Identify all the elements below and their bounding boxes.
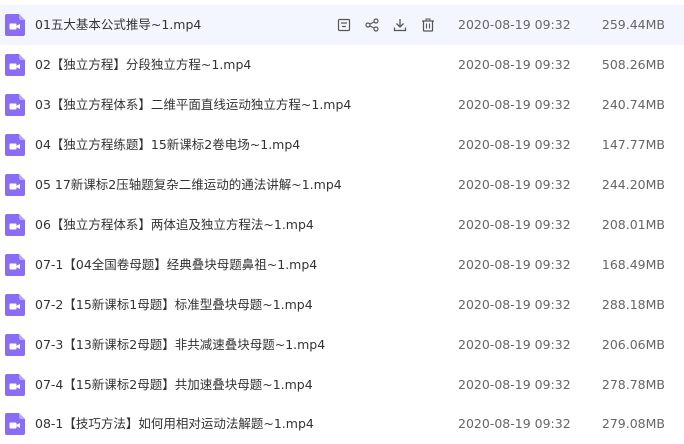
file-date: 2020-08-19 09:32 [458, 57, 571, 72]
file-row[interactable]: 07-3【13新课标2母题】非共减速叠块母题~1.mp4 2020-08-19 … [0, 325, 684, 365]
file-date: 2020-08-19 09:32 [458, 377, 571, 392]
file-date: 2020-08-19 09:32 [458, 17, 571, 32]
file-size: 278.78MB [601, 377, 665, 392]
video-file-icon [5, 413, 25, 435]
video-file-icon [5, 134, 25, 156]
file-row[interactable]: 07-1【04全国卷母题】经典叠块母题鼻祖~1.mp4 2020-08-19 0… [0, 245, 684, 285]
file-row[interactable]: 04【独立方程练题】15新课标2卷电场~1.mp4 2020-08-19 09:… [0, 125, 684, 165]
video-file-icon [5, 54, 25, 76]
download-icon[interactable] [391, 17, 409, 33]
file-size: 244.20MB [601, 177, 665, 192]
file-row[interactable]: 08-1【技巧方法】如何用相对运动法解题~1.mp4 2020-08-19 09… [0, 404, 684, 444]
file-name[interactable]: 08-1【技巧方法】如何用相对运动法解题~1.mp4 [35, 404, 314, 444]
file-row[interactable]: 03【独立方程体系】二维平面直线运动独立方程~1.mp4 2020-08-19 … [0, 85, 684, 125]
video-file-icon [5, 214, 25, 236]
row-actions [335, 17, 447, 33]
delete-icon[interactable] [419, 17, 437, 33]
save-to-drive-icon[interactable] [335, 17, 353, 33]
file-date: 2020-08-19 09:32 [458, 257, 571, 272]
file-name[interactable]: 01五大基本公式推导~1.mp4 [35, 5, 201, 45]
file-row[interactable]: 02【独立方程】分段独立方程~1.mp4 2020-08-19 09:32 50… [0, 45, 684, 85]
file-date: 2020-08-19 09:32 [458, 416, 571, 431]
video-file-icon [5, 14, 25, 36]
file-date: 2020-08-19 09:32 [458, 217, 571, 232]
file-size: 508.26MB [601, 57, 665, 72]
file-date: 2020-08-19 09:32 [458, 177, 571, 192]
file-date: 2020-08-19 09:32 [458, 97, 571, 112]
file-size: 208.01MB [601, 217, 665, 232]
file-name[interactable]: 03【独立方程体系】二维平面直线运动独立方程~1.mp4 [35, 85, 351, 125]
video-file-icon [5, 294, 25, 316]
video-file-icon [5, 374, 25, 396]
file-name[interactable]: 06【独立方程体系】两体追及独立方程法~1.mp4 [35, 205, 314, 245]
file-row[interactable]: 07-2【15新课标1母题】标准型叠块母题~1.mp4 2020-08-19 0… [0, 285, 684, 325]
file-date: 2020-08-19 09:32 [458, 297, 571, 312]
file-name[interactable]: 04【独立方程练题】15新课标2卷电场~1.mp4 [35, 125, 300, 165]
video-file-icon [5, 334, 25, 356]
file-name[interactable]: 07-1【04全国卷母题】经典叠块母题鼻祖~1.mp4 [35, 245, 317, 285]
file-name[interactable]: 05 17新课标2压轴题复杂二维运动的通法讲解~1.mp4 [35, 165, 342, 205]
file-name[interactable]: 07-3【13新课标2母题】非共减速叠块母题~1.mp4 [35, 325, 325, 365]
share-icon[interactable] [363, 17, 381, 33]
video-file-icon [5, 174, 25, 196]
file-row[interactable]: 06【独立方程体系】两体追及独立方程法~1.mp4 2020-08-19 09:… [0, 205, 684, 245]
file-list: 01五大基本公式推导~1.mp4 2020-08-19 09:32 259.44… [0, 0, 684, 444]
video-file-icon [5, 254, 25, 276]
file-name[interactable]: 07-2【15新课标1母题】标准型叠块母题~1.mp4 [35, 285, 313, 325]
file-date: 2020-08-19 09:32 [458, 137, 571, 152]
file-size: 279.08MB [601, 416, 665, 431]
file-row[interactable]: 05 17新课标2压轴题复杂二维运动的通法讲解~1.mp4 2020-08-19… [0, 165, 684, 205]
file-size: 288.18MB [601, 297, 665, 312]
file-size: 147.77MB [601, 137, 665, 152]
file-size: 259.44MB [601, 17, 665, 32]
file-size: 206.06MB [601, 337, 665, 352]
file-row[interactable]: 01五大基本公式推导~1.mp4 2020-08-19 09:32 259.44… [0, 5, 684, 45]
file-date: 2020-08-19 09:32 [458, 337, 571, 352]
video-file-icon [5, 94, 25, 116]
file-name[interactable]: 07-4【15新课标2母题】共加速叠块母题~1.mp4 [35, 365, 313, 405]
file-size: 168.49MB [601, 257, 665, 272]
file-name[interactable]: 02【独立方程】分段独立方程~1.mp4 [35, 45, 251, 85]
file-row[interactable]: 07-4【15新课标2母题】共加速叠块母题~1.mp4 2020-08-19 0… [0, 365, 684, 405]
file-size: 240.74MB [601, 97, 665, 112]
